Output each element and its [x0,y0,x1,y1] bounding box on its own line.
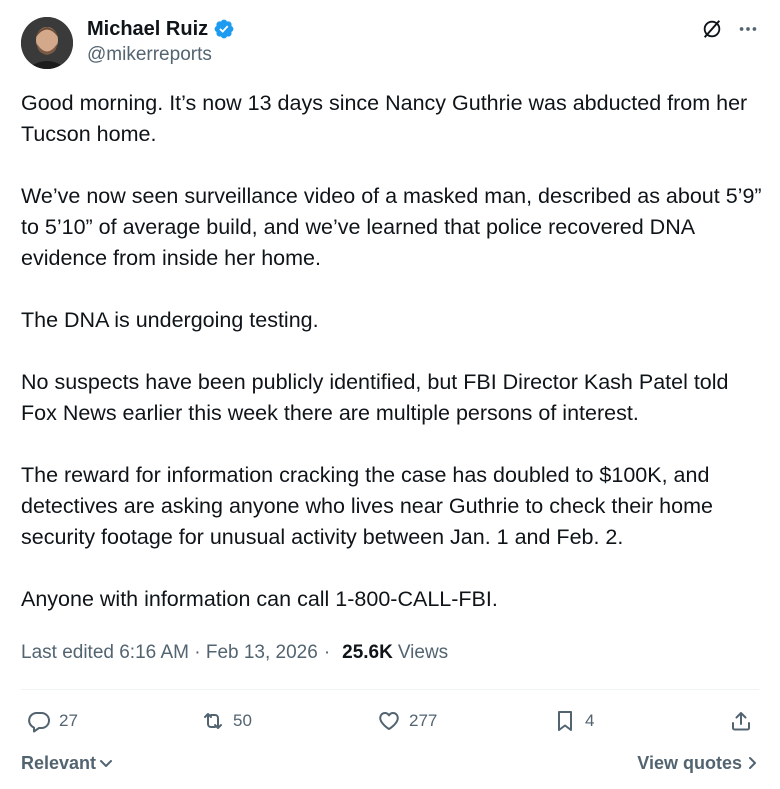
chevron-down-icon [100,760,113,767]
author-name[interactable]: Michael Ruiz [87,18,208,41]
edited-timestamp[interactable]: Last edited 6:16 AM · Feb 13, 2026 [21,642,318,664]
repost-button[interactable]: 50 [201,709,252,733]
like-button[interactable]: 277 [377,709,437,733]
reply-icon [28,712,50,733]
views-count: 25.6K [342,642,393,663]
post-meta: Last edited 6:16 AM · Feb 13, 2026 · 25.… [21,642,448,664]
share-button[interactable] [729,709,753,733]
header-actions [701,18,759,45]
meta-separator: · [323,642,331,663]
share-icon [732,712,750,731]
post-paragraph: No suspects have been publicly identifie… [21,370,729,425]
post-text: Good morning. It’s now 13 days since Nan… [21,88,766,615]
post-paragraph: We’ve now seen surveillance video of a m… [21,184,762,270]
sort-dropdown[interactable]: Relevant [21,753,113,774]
post-paragraph: Anyone with information can call 1-800-C… [21,587,498,611]
repost-icon [204,713,222,729]
divider [21,689,759,690]
like-icon [379,712,399,730]
views-label: Views [397,642,449,663]
reply-button[interactable]: 27 [27,709,78,733]
chevron-right-icon [749,757,756,769]
view-quotes-link[interactable]: View quotes [637,753,759,774]
author-block: Michael Ruiz @mikerreports [87,17,235,66]
avatar[interactable] [21,17,73,69]
sort-label: Relevant [21,752,97,773]
post-paragraph: The DNA is undergoing testing. [21,308,319,332]
grok-icon[interactable] [701,18,723,45]
author-handle[interactable]: @mikerreports [87,44,235,66]
repost-count: 50 [233,711,252,730]
replies-footer: Relevant View quotes [21,750,759,776]
more-icon[interactable] [737,18,759,45]
bookmark-icon [558,711,572,731]
like-count: 277 [409,711,438,730]
post: Michael Ruiz @mikerreports Good morning.… [0,0,780,789]
bookmark-button[interactable]: 4 [553,709,594,733]
post-paragraph: The reward for information cracking the … [21,463,713,549]
view-quotes-label: View quotes [637,752,742,773]
action-bar: 27 50 277 4 [21,705,759,737]
verified-icon[interactable] [213,18,235,40]
reply-count: 27 [59,711,78,730]
post-paragraph: Good morning. It’s now 13 days since Nan… [21,91,748,146]
bookmark-count: 4 [585,711,595,730]
